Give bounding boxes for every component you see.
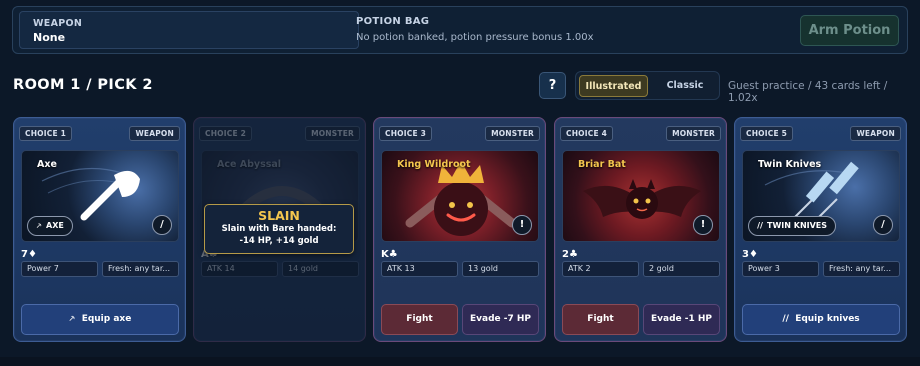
choice-badge: CHOICE 3: [379, 126, 433, 141]
deck-status-text: Guest practice / 43 cards left / 1.02x: [728, 80, 888, 104]
choice-badge: CHOICE 4: [560, 126, 614, 141]
card-type-badge: MONSTER: [666, 126, 721, 141]
card-choice-3[interactable]: CHOICE 3 MONSTER King Wildroot ! K♣ ATK …: [373, 117, 546, 342]
card-art-axe: Axe ⸕ AXE /: [21, 150, 179, 242]
view-option-illustrated[interactable]: Illustrated: [579, 75, 648, 97]
card-rank: 2♣: [562, 249, 578, 260]
chip-label: TWIN KNIVES: [767, 221, 828, 230]
slash-icon: /: [873, 215, 893, 235]
weapon-label: WEAPON: [33, 18, 83, 29]
axe-icon: ⸕: [68, 314, 82, 324]
choice-badge: CHOICE 1: [19, 126, 73, 141]
potion-bag-title: POTION BAG: [356, 16, 430, 27]
twin-knives-icon: //: [757, 221, 763, 230]
stat-attack: ATK 14: [201, 261, 278, 277]
card-name: Axe: [37, 159, 57, 170]
weapon-type-chip: // TWIN KNIVES: [748, 216, 837, 236]
card-name: Briar Bat: [578, 159, 626, 170]
slain-detail-line-2: -14 HP, +14 gold: [239, 236, 319, 246]
equip-knives-button[interactable]: // Equip knives: [742, 304, 900, 335]
slain-detail-line-1: Slain with Bare handed:: [221, 224, 337, 234]
potion-bag-status: No potion banked, potion pressure bonus …: [356, 32, 594, 43]
view-option-classic[interactable]: Classic: [652, 75, 718, 97]
button-label: Equip axe: [81, 314, 132, 324]
alert-icon: !: [512, 215, 532, 235]
bottom-edge: [0, 357, 920, 366]
card-type-badge: WEAPON: [129, 126, 180, 141]
stat-power: Power 3: [742, 261, 819, 277]
twin-knives-icon: //: [782, 314, 796, 324]
choice-badge: CHOICE 2: [199, 126, 253, 141]
view-toggle: Illustrated Classic: [575, 71, 720, 100]
card-type-badge: WEAPON: [850, 126, 901, 141]
chip-label: AXE: [46, 221, 64, 230]
fight-button[interactable]: Fight: [562, 304, 639, 335]
arm-potion-button[interactable]: Arm Potion: [800, 15, 899, 46]
card-choice-4[interactable]: CHOICE 4 MONSTER Briar Bat ! 2♣ ATK 2 2 …: [554, 117, 727, 342]
help-button[interactable]: ?: [539, 72, 566, 99]
room-title: ROOM 1 / PICK 2: [13, 77, 153, 93]
button-label: Equip knives: [795, 314, 860, 324]
evade-button[interactable]: Evade -7 HP: [462, 304, 539, 335]
choice-badge: CHOICE 5: [740, 126, 794, 141]
stat-freshness: Fresh: any tar...: [823, 261, 900, 277]
stat-power: Power 7: [21, 261, 98, 277]
equipped-weapon-panel: WEAPON None: [19, 11, 359, 49]
slain-title: SLAIN: [258, 208, 300, 223]
stat-attack: ATK 2: [562, 261, 639, 277]
card-rank: K♣: [381, 249, 398, 260]
weapon-type-chip: ⸕ AXE: [27, 216, 73, 236]
stat-gold: 2 gold: [643, 261, 720, 277]
equip-axe-button[interactable]: ⸕ Equip axe: [21, 304, 179, 335]
slash-icon: /: [152, 215, 172, 235]
stat-freshness: Fresh: any tar...: [102, 261, 179, 277]
stat-gold: 14 gold: [282, 261, 359, 277]
card-rank: 3♦: [742, 249, 758, 260]
card-rank: 7♦: [21, 249, 37, 260]
axe-icon: ⸕: [36, 221, 42, 230]
weapon-value: None: [33, 31, 66, 44]
card-name: Ace Abyssal: [217, 159, 282, 170]
slain-popup: SLAIN Slain with Bare handed: -14 HP, +1…: [204, 204, 354, 254]
alert-icon: !: [693, 215, 713, 235]
status-bar: WEAPON None POTION BAG No potion banked,…: [12, 6, 908, 54]
stat-attack: ATK 13: [381, 261, 458, 277]
card-type-badge: MONSTER: [485, 126, 540, 141]
fight-button[interactable]: Fight: [381, 304, 458, 335]
evade-button[interactable]: Evade -1 HP: [643, 304, 720, 335]
card-art-briar-bat: Briar Bat !: [562, 150, 720, 242]
card-name: King Wildroot: [397, 159, 471, 170]
card-choice-1[interactable]: CHOICE 1 WEAPON Axe ⸕ AXE / 7♦ Power 7 Fr…: [13, 117, 186, 342]
card-choice-5[interactable]: CHOICE 5 WEAPON Twin Knives // TWIN KNIVE…: [734, 117, 907, 342]
card-name: Twin Knives: [758, 159, 822, 170]
card-art-king-wildroot: King Wildroot !: [381, 150, 539, 242]
card-type-badge: MONSTER: [305, 126, 360, 141]
card-art-twin-knives: Twin Knives // TWIN KNIVES /: [742, 150, 900, 242]
stat-gold: 13 gold: [462, 261, 539, 277]
